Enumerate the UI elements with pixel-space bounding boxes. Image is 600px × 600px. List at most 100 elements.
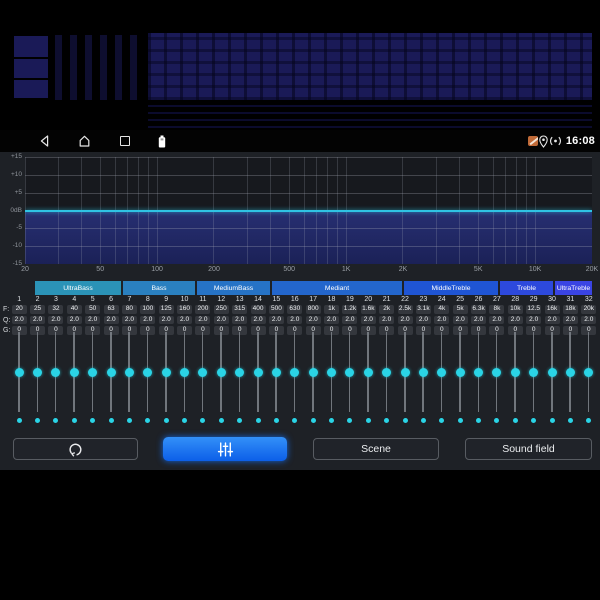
slider-thumb[interactable] xyxy=(290,367,300,377)
q-factor-value: 2.0 xyxy=(103,315,119,325)
slider-thumb[interactable] xyxy=(161,367,171,377)
eq-band-slider[interactable] xyxy=(304,332,322,426)
eq-band-slider[interactable] xyxy=(47,332,65,426)
slider-zero-dot xyxy=(292,418,298,423)
q-factor-value: 2.0 xyxy=(526,315,542,325)
slider-thumb[interactable] xyxy=(400,367,410,377)
eq-band-slider[interactable] xyxy=(249,332,267,426)
band-number: 11 xyxy=(199,296,207,303)
band-number: 6 xyxy=(109,296,114,303)
slider-thumb[interactable] xyxy=(124,367,134,377)
frequency-value: 40 xyxy=(66,305,82,314)
slider-thumb[interactable] xyxy=(271,367,281,377)
band-number: 24 xyxy=(437,296,446,303)
slider-thumb[interactable] xyxy=(106,367,116,377)
frequency: 63 xyxy=(102,305,120,314)
frequency-value: 32 xyxy=(48,305,64,314)
eq-band-slider[interactable] xyxy=(194,332,212,426)
recents-icon[interactable] xyxy=(118,130,132,152)
freq-tick-label: 1K xyxy=(341,266,351,273)
frequency-value: 2.5k xyxy=(397,305,413,314)
eq-band-slider[interactable] xyxy=(10,332,28,426)
band-number: 4 xyxy=(72,296,77,303)
slider-thumb[interactable] xyxy=(474,367,484,377)
q-factor: 2.0 xyxy=(267,315,285,325)
slider-thumb[interactable] xyxy=(14,367,24,377)
eq-band-slider[interactable] xyxy=(414,332,432,426)
sound-field-button[interactable]: Sound field xyxy=(465,438,592,460)
slider-thumb[interactable] xyxy=(492,367,502,377)
battery-icon[interactable] xyxy=(155,130,169,152)
eq-band-slider[interactable] xyxy=(102,332,120,426)
slider-zero-dot xyxy=(329,418,335,423)
eq-band-slider[interactable] xyxy=(506,332,524,426)
eq-band-slider[interactable] xyxy=(561,332,579,426)
q-factor-value: 2.0 xyxy=(121,315,137,325)
grid-hline xyxy=(25,246,592,248)
slider-zero-dot xyxy=(108,418,114,423)
slider-thumb[interactable] xyxy=(253,367,263,377)
slider-thumb[interactable] xyxy=(455,367,465,377)
back-icon[interactable] xyxy=(37,130,51,152)
slider-thumb[interactable] xyxy=(235,367,245,377)
eq-band-slider[interactable] xyxy=(231,332,249,426)
slider-thumb[interactable] xyxy=(418,367,428,377)
slider-thumb[interactable] xyxy=(437,367,447,377)
q-factor-value: 2.0 xyxy=(342,315,358,325)
eq-band-slider[interactable] xyxy=(525,332,543,426)
q-factor-value: 2.0 xyxy=(158,315,174,325)
slider-thumb[interactable] xyxy=(565,367,575,377)
eq-band-slider[interactable] xyxy=(580,332,598,426)
eq-band-slider[interactable] xyxy=(378,332,396,426)
band-number: 8 xyxy=(145,296,150,303)
band-number: 27 xyxy=(493,296,501,303)
slider-thumb[interactable] xyxy=(510,367,520,377)
eq-band-slider[interactable] xyxy=(120,332,138,426)
slider-thumb[interactable] xyxy=(216,367,226,377)
eq-band-slider[interactable] xyxy=(322,332,340,426)
slider-thumb[interactable] xyxy=(69,367,79,377)
eq-band-slider[interactable] xyxy=(175,332,193,426)
slider-thumb[interactable] xyxy=(88,367,98,377)
eq-band-slider[interactable] xyxy=(433,332,451,426)
eq-band-slider[interactable] xyxy=(212,332,230,426)
slider-thumb[interactable] xyxy=(584,367,594,377)
slider-thumb[interactable] xyxy=(198,367,208,377)
slider-thumb[interactable] xyxy=(327,367,337,377)
bottom-letterbox xyxy=(0,470,600,600)
slider-thumb[interactable] xyxy=(382,367,392,377)
slider-thumb[interactable] xyxy=(180,367,190,377)
eq-band-slider[interactable] xyxy=(488,332,506,426)
eq-band-slider[interactable] xyxy=(396,332,414,426)
eq-band-slider[interactable] xyxy=(139,332,157,426)
slider-thumb[interactable] xyxy=(363,367,373,377)
slider-thumb[interactable] xyxy=(547,367,557,377)
slider-thumb[interactable] xyxy=(51,367,61,377)
reset-button[interactable] xyxy=(13,438,138,460)
slider-zero-dot xyxy=(35,418,41,423)
band-number: 17 xyxy=(309,296,318,303)
eq-band-slider[interactable] xyxy=(543,332,561,426)
eq-band-slider[interactable] xyxy=(341,332,359,426)
q-factor: 2.0 xyxy=(47,315,65,325)
eq-band-slider[interactable] xyxy=(359,332,377,426)
slider-thumb[interactable] xyxy=(345,367,355,377)
slider-thumb[interactable] xyxy=(143,367,153,377)
eq-band-slider[interactable] xyxy=(84,332,102,426)
eq-band-slider[interactable] xyxy=(469,332,487,426)
equalizer-tab-button[interactable] xyxy=(163,437,287,461)
eq-band-slider[interactable] xyxy=(267,332,285,426)
frequency: 25 xyxy=(28,305,46,314)
slider-thumb[interactable] xyxy=(33,367,43,377)
frequency: 80 xyxy=(120,305,138,314)
eq-band-slider[interactable] xyxy=(286,332,304,426)
eq-band-slider[interactable] xyxy=(65,332,83,426)
eq-band-slider[interactable] xyxy=(28,332,46,426)
home-icon[interactable] xyxy=(77,130,91,152)
slider-thumb[interactable] xyxy=(529,367,539,377)
eq-band-slider[interactable] xyxy=(157,332,175,426)
scene-button[interactable]: Scene xyxy=(313,438,439,460)
slider-thumb[interactable] xyxy=(308,367,318,377)
eq-band-slider[interactable] xyxy=(451,332,469,426)
q-factor: 2.0 xyxy=(139,315,157,325)
